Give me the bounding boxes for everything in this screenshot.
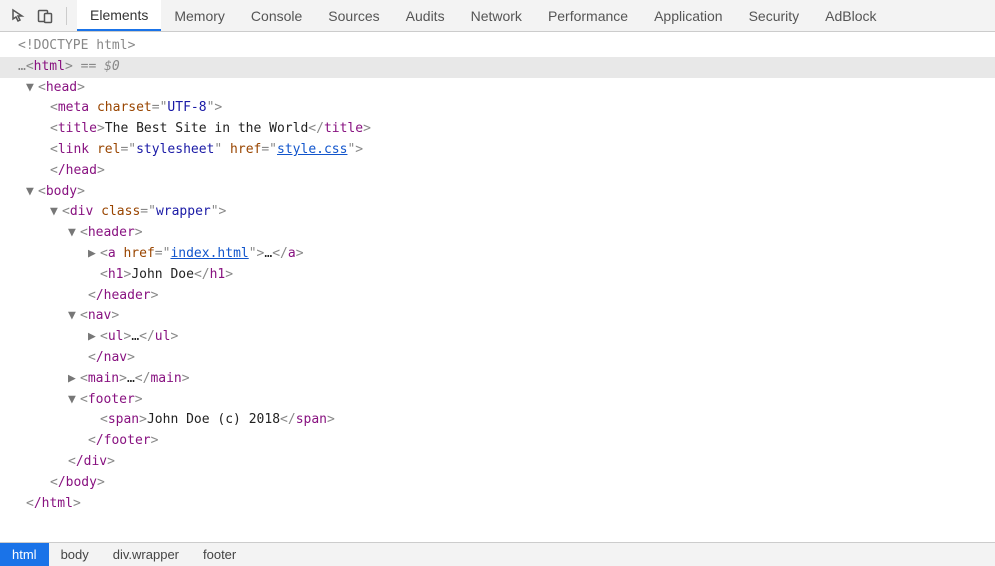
dom-ul[interactable]: ▶<ul>…</ul> — [0, 327, 995, 348]
dom-body-close[interactable]: </body> — [0, 473, 995, 494]
dom-nav-close[interactable]: </nav> — [0, 348, 995, 369]
tab-console[interactable]: Console — [238, 0, 315, 31]
dom-link[interactable]: <link rel="stylesheet" href="style.css"> — [0, 140, 995, 161]
panel-tabs: Elements Memory Console Sources Audits N… — [77, 0, 890, 31]
tab-audits[interactable]: Audits — [393, 0, 458, 31]
dom-footer-close[interactable]: </footer> — [0, 431, 995, 452]
dom-title[interactable]: <title>The Best Site in the World</title… — [0, 119, 995, 140]
expand-arrow-icon[interactable]: ▼ — [68, 306, 80, 327]
anchor-href-link[interactable]: index.html — [170, 246, 248, 261]
dom-html-open[interactable]: …<html> == $0 — [0, 57, 995, 78]
dom-header-close[interactable]: </header> — [0, 286, 995, 307]
breadcrumb-footer[interactable]: footer — [191, 543, 248, 566]
dom-nav-open[interactable]: ▼<nav> — [0, 306, 995, 327]
expand-arrow-icon[interactable]: ▼ — [26, 78, 38, 99]
toolbar-separator — [66, 7, 67, 25]
expand-arrow-icon[interactable]: ▼ — [68, 390, 80, 411]
dom-tree[interactable]: <!DOCTYPE html> …<html> == $0 ▼<head> <m… — [0, 32, 995, 542]
dom-header-open[interactable]: ▼<header> — [0, 223, 995, 244]
collapse-arrow-icon[interactable]: ▶ — [88, 327, 100, 348]
tab-performance[interactable]: Performance — [535, 0, 641, 31]
collapse-arrow-icon[interactable]: ▶ — [88, 244, 100, 265]
dom-div-wrapper[interactable]: ▼<div class="wrapper"> — [0, 202, 995, 223]
dom-main[interactable]: ▶<main>…</main> — [0, 369, 995, 390]
breadcrumb-div-wrapper[interactable]: div.wrapper — [101, 543, 191, 566]
dom-doctype[interactable]: <!DOCTYPE html> — [0, 36, 995, 57]
tab-adblock[interactable]: AdBlock — [812, 0, 889, 31]
expand-arrow-icon[interactable]: ▼ — [50, 202, 62, 223]
dom-h1[interactable]: <h1>John Doe</h1> — [0, 265, 995, 286]
inspect-icon[interactable] — [8, 5, 30, 27]
expand-arrow-icon[interactable]: ▼ — [26, 182, 38, 203]
dom-meta[interactable]: <meta charset="UTF-8"> — [0, 98, 995, 119]
selection-marker: == $0 — [73, 59, 120, 74]
tab-memory[interactable]: Memory — [161, 0, 238, 31]
device-toggle-icon[interactable] — [34, 5, 56, 27]
dom-span[interactable]: <span>John Doe (c) 2018</span> — [0, 410, 995, 431]
collapse-arrow-icon[interactable]: ▶ — [68, 369, 80, 390]
dom-div-close[interactable]: </div> — [0, 452, 995, 473]
tab-network[interactable]: Network — [458, 0, 535, 31]
dom-body-open[interactable]: ▼<body> — [0, 182, 995, 203]
dom-html-close[interactable]: </html> — [0, 494, 995, 515]
stylesheet-link[interactable]: style.css — [277, 142, 347, 157]
tab-sources[interactable]: Sources — [315, 0, 392, 31]
tab-security[interactable]: Security — [736, 0, 813, 31]
breadcrumb-body[interactable]: body — [49, 543, 101, 566]
dom-head-open[interactable]: ▼<head> — [0, 78, 995, 99]
breadcrumb-bar: html body div.wrapper footer — [0, 542, 995, 566]
devtools-toolbar: Elements Memory Console Sources Audits N… — [0, 0, 995, 32]
expand-arrow-icon[interactable]: ▼ — [68, 223, 80, 244]
tab-elements[interactable]: Elements — [77, 0, 161, 31]
dom-footer-open[interactable]: ▼<footer> — [0, 390, 995, 411]
breadcrumb-html[interactable]: html — [0, 543, 49, 566]
tab-application[interactable]: Application — [641, 0, 736, 31]
dom-a[interactable]: ▶<a href="index.html">…</a> — [0, 244, 995, 265]
dom-head-close[interactable]: </head> — [0, 161, 995, 182]
